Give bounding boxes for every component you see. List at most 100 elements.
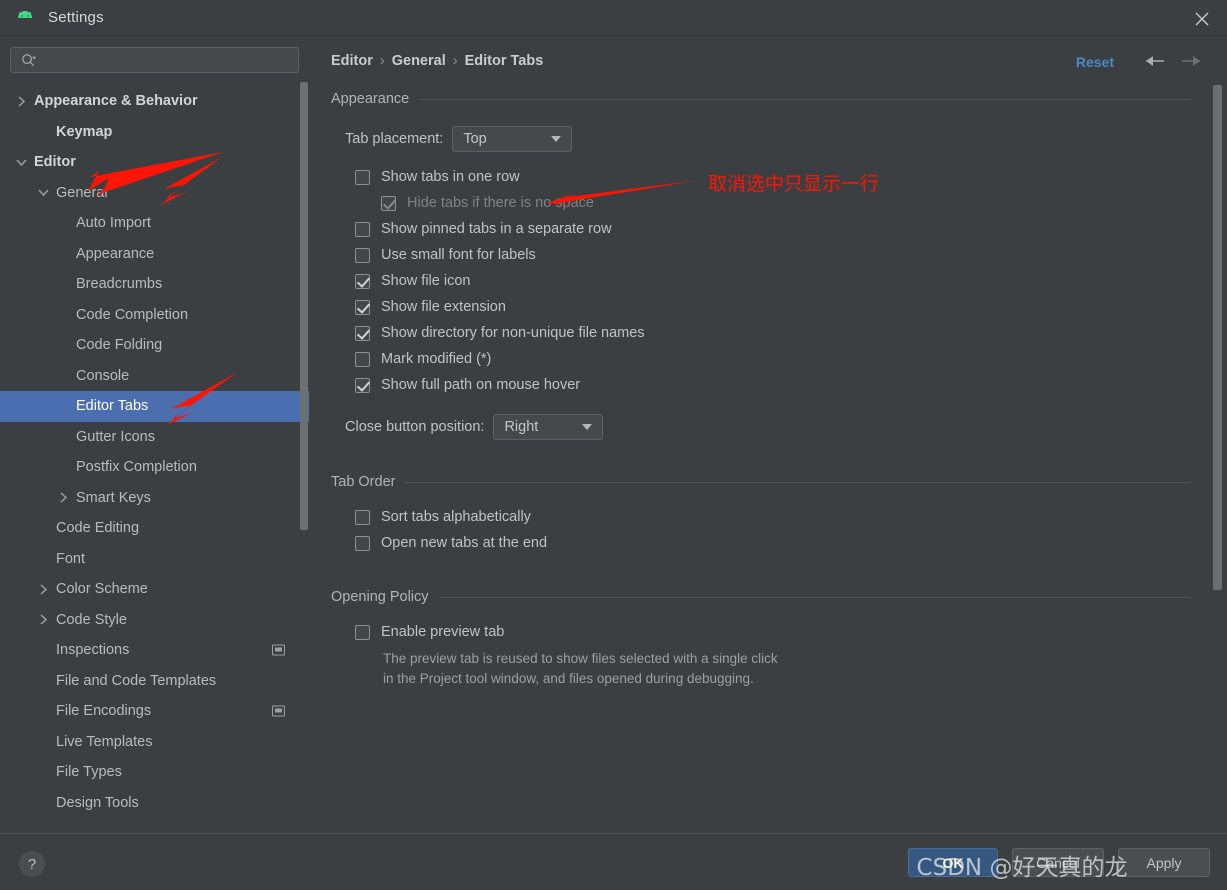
checkbox-row-show-tabs-in-one-row[interactable]: Show tabs in one row: [355, 164, 1227, 190]
breadcrumb-item-0[interactable]: Editor: [331, 53, 373, 69]
tab-placement-value: Top: [463, 131, 487, 147]
sidebar-item-code-folding[interactable]: Code Folding: [0, 330, 309, 361]
checkbox-label: Show tabs in one row: [381, 169, 520, 185]
checkbox-icon[interactable]: [355, 624, 370, 640]
checkbox-label: Mark modified (*): [381, 351, 492, 367]
breadcrumb-separator: ›: [379, 53, 385, 69]
sidebar-item-keymap[interactable]: Keymap: [0, 117, 309, 148]
checkbox-icon[interactable]: [355, 247, 370, 263]
search-box[interactable]: [10, 47, 299, 73]
reset-link[interactable]: Reset: [1076, 54, 1114, 70]
checkbox-row-show-directory-for-non-unique-file-names[interactable]: Show directory for non-unique file names: [355, 320, 1227, 346]
checkbox-icon[interactable]: [355, 221, 370, 237]
ok-button[interactable]: OK: [908, 848, 998, 877]
sidebar-item-editor[interactable]: Editor: [0, 147, 309, 178]
breadcrumb-item-1[interactable]: General: [392, 53, 446, 69]
chevron-down-icon[interactable]: [36, 186, 50, 200]
chevron-down-icon: [582, 424, 593, 430]
sidebar-item-code-style[interactable]: Code Style: [0, 605, 309, 636]
checkbox-icon[interactable]: [355, 351, 370, 367]
checkbox-row-sort-tabs-alphabetically[interactable]: Sort tabs alphabetically: [355, 504, 1227, 530]
checkbox-row-enable-preview-tab[interactable]: Enable preview tab: [355, 619, 1227, 645]
sidebar-item-file-types[interactable]: File Types: [0, 757, 309, 788]
help-icon[interactable]: ?: [19, 851, 45, 877]
sidebar-item-label: Postfix Completion: [76, 459, 197, 476]
checkbox-row-mark-modified[interactable]: Mark modified (*): [355, 346, 1227, 372]
sidebar-item-console[interactable]: Console: [0, 361, 309, 392]
group-title: Tab Order: [331, 474, 396, 490]
checkbox-icon[interactable]: [355, 273, 370, 289]
sidebar-item-label: Auto Import: [76, 215, 151, 232]
settings-tree[interactable]: Appearance & Behavior Keymap Editor General…: [0, 86, 309, 833]
checkbox-icon[interactable]: [355, 377, 370, 393]
checkbox-icon[interactable]: [355, 535, 370, 551]
chevron-right-icon[interactable]: [36, 613, 50, 627]
dialog-footer: ? OK Cancel Apply: [0, 833, 1227, 890]
sidebar-item-label: Live Templates: [56, 733, 153, 750]
chevron-right-icon[interactable]: [36, 582, 50, 596]
sidebar-item-appearance[interactable]: Appearance: [0, 239, 309, 270]
checkbox-icon[interactable]: [355, 169, 370, 185]
checkbox-label: Show file icon: [381, 273, 471, 289]
checkbox-icon[interactable]: [381, 195, 396, 211]
sidebar-item-live-templates[interactable]: Live Templates: [0, 727, 309, 758]
sidebar-item-editor-tabs[interactable]: Editor Tabs: [0, 391, 309, 422]
checkbox-icon[interactable]: [355, 509, 370, 525]
checkbox-row-use-small-font-for-labels[interactable]: Use small font for labels: [355, 242, 1227, 268]
android-logo-icon: [14, 10, 36, 26]
checkbox-row-open-new-tabs-at-the-end[interactable]: Open new tabs at the end: [355, 530, 1227, 556]
sidebar-item-file-encodings[interactable]: File Encodings: [0, 696, 309, 727]
checkbox-icon[interactable]: [355, 325, 370, 341]
sidebar-item-appearance-behavior[interactable]: Appearance & Behavior: [0, 86, 309, 117]
cancel-button[interactable]: Cancel: [1012, 848, 1104, 877]
close-button-position-row: Close button position: Right: [345, 412, 1227, 442]
sidebar-item-smart-keys[interactable]: Smart Keys: [0, 483, 309, 514]
checkbox-row-show-full-path-on-mouse-hover[interactable]: Show full path on mouse hover: [355, 372, 1227, 398]
sidebar-item-inspections[interactable]: Inspections: [0, 635, 309, 666]
checkbox-label: Open new tabs at the end: [381, 535, 548, 551]
close-icon[interactable]: [1191, 8, 1213, 30]
checkbox-row-show-pinned-tabs-in-a-separate-row[interactable]: Show pinned tabs in a separate row: [355, 216, 1227, 242]
opening-policy-checkbox-group: Enable preview tab: [309, 619, 1227, 645]
sidebar-item-code-completion[interactable]: Code Completion: [0, 300, 309, 331]
tab-placement-row: Tab placement: Top: [345, 124, 1227, 154]
checkbox-row-show-file-extension[interactable]: Show file extension: [355, 294, 1227, 320]
main-scrollbar-thumb[interactable]: [1213, 85, 1222, 590]
breadcrumb: Editor › General › Editor Tabs: [331, 53, 543, 69]
sidebar-item-code-editing[interactable]: Code Editing: [0, 513, 309, 544]
chevron-right-icon[interactable]: [56, 491, 70, 505]
sidebar-item-auto-import[interactable]: Auto Import: [0, 208, 309, 239]
sidebar-item-design-tools[interactable]: Design Tools: [0, 788, 309, 819]
sidebar-item-font[interactable]: Font: [0, 544, 309, 575]
checkbox-row-show-file-icon[interactable]: Show file icon: [355, 268, 1227, 294]
tab-placement-select[interactable]: Top: [452, 126, 573, 152]
apply-button[interactable]: Apply: [1118, 848, 1210, 877]
sidebar-item-postfix-completion[interactable]: Postfix Completion: [0, 452, 309, 483]
sidebar-scrollbar-thumb[interactable]: [300, 82, 308, 530]
arrow-left-icon[interactable]: [1141, 48, 1169, 74]
chevron-right-icon[interactable]: [14, 94, 28, 108]
sidebar-item-color-scheme[interactable]: Color Scheme: [0, 574, 309, 605]
sidebar-item-label: Inspections: [56, 642, 130, 659]
checkbox-row-hide-tabs-if-there-is-no-space[interactable]: Hide tabs if there is no space: [381, 190, 1227, 216]
sidebar-item-gutter-icons[interactable]: Gutter Icons: [0, 422, 309, 453]
chevron-down-icon[interactable]: [14, 155, 28, 169]
breadcrumb-item-2[interactable]: Editor Tabs: [465, 53, 544, 69]
checkbox-icon[interactable]: [355, 299, 370, 315]
search-input[interactable]: [41, 52, 298, 68]
close-button-position-select[interactable]: Right: [493, 414, 604, 440]
group-divider: [405, 481, 1191, 483]
config-scope-icon: [272, 705, 285, 717]
sidebar-item-breadcrumbs[interactable]: Breadcrumbs: [0, 269, 309, 300]
close-button-position-value: Right: [504, 419, 539, 435]
sidebar-item-general[interactable]: General: [0, 178, 309, 209]
sidebar-item-label: Code Folding: [76, 337, 163, 354]
settings-sidebar: Appearance & Behavior Keymap Editor General…: [0, 36, 309, 833]
sidebar-item-file-and-code-templates[interactable]: File and Code Templates: [0, 666, 309, 697]
